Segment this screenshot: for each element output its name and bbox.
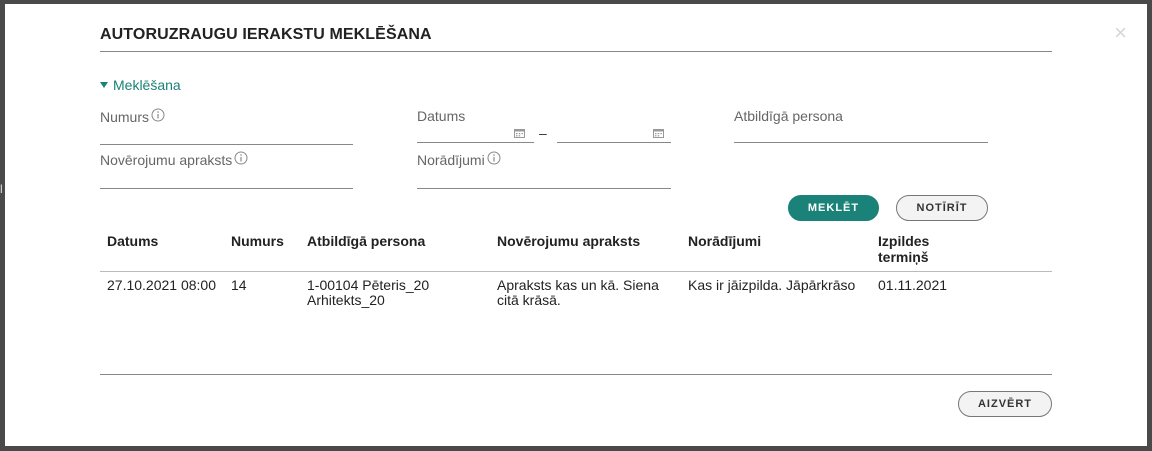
- noradijumi-input[interactable]: [417, 188, 671, 189]
- column-header-datums[interactable]: Datums: [107, 233, 158, 249]
- info-icon[interactable]: [151, 108, 165, 122]
- caret-down-icon: [100, 82, 108, 88]
- date-to-input[interactable]: [557, 142, 671, 143]
- datums-label: Datums: [417, 108, 465, 124]
- noradijumi-label: Norādījumi: [417, 151, 501, 168]
- cell-apraksts: Apraksts kas un kā. Siena citā krāsā.: [497, 278, 659, 308]
- cell-datums: 27.10.2021 08:00: [107, 277, 216, 293]
- close-button[interactable]: AIZVĒRT: [958, 391, 1052, 417]
- search-toggle[interactable]: Meklēšana: [100, 77, 181, 93]
- column-header-persona[interactable]: Atbildīgā persona: [307, 233, 425, 249]
- date-range-separator: –: [539, 125, 547, 141]
- column-header-apraksts[interactable]: Novērojumu apraksts: [497, 233, 640, 249]
- cell-persona-line1: 1-00104 Pēteris_20: [307, 277, 430, 293]
- cell-termins: 01.11.2021: [878, 277, 948, 293]
- column-header-noradijumi[interactable]: Norādījumi: [688, 233, 761, 249]
- clear-button[interactable]: NOTĪRĪT: [896, 195, 988, 221]
- numurs-input[interactable]: [100, 144, 353, 145]
- cell-apraksts-line2: citā krāsā.: [497, 292, 561, 308]
- cell-apraksts-line1: Apraksts kas un kā. Siena: [497, 277, 659, 293]
- noradijumi-label-text: Norādījumi: [417, 152, 485, 168]
- calendar-icon[interactable]: [514, 128, 525, 138]
- column-header-termins-line2: termiņš: [878, 249, 929, 265]
- noverojumu-apraksts-label: Novērojumu apraksts: [100, 151, 248, 168]
- info-icon[interactable]: [234, 151, 248, 165]
- atbildiga-persona-label-text: Atbildīgā persona: [734, 108, 843, 124]
- column-header-termins[interactable]: Izpildes termiņš: [878, 233, 929, 265]
- calendar-icon[interactable]: [653, 128, 664, 138]
- search-toggle-label: Meklēšana: [113, 77, 181, 93]
- column-header-numurs[interactable]: Numurs: [231, 233, 284, 249]
- noverojumu-apraksts-input[interactable]: [100, 188, 353, 189]
- cell-noradijumi: Kas ir jāizpilda. Jāpārkrāso: [688, 277, 856, 293]
- footer-divider: [100, 374, 1052, 375]
- noverojumu-apraksts-label-text: Novērojumu apraksts: [100, 152, 233, 168]
- date-from-input[interactable]: [417, 142, 534, 143]
- info-icon[interactable]: [487, 151, 501, 165]
- close-icon[interactable]: ×: [1114, 22, 1127, 44]
- column-header-termins-line1: Izpildes: [878, 233, 930, 249]
- search-button[interactable]: MEKLĒT: [788, 195, 879, 221]
- dialog-title: AUTORUZRAUGU IERAKSTU MEKLĒŠANA: [100, 26, 432, 43]
- datums-label-text: Datums: [417, 108, 466, 124]
- cell-persona-line2: Arhitekts_20: [307, 292, 385, 308]
- atbildiga-persona-input[interactable]: [734, 142, 988, 143]
- numurs-label-text: Numurs: [100, 109, 150, 125]
- cell-numurs: 14: [231, 277, 247, 293]
- numurs-label: Numurs: [100, 108, 165, 125]
- table-header-divider: [100, 271, 1052, 272]
- atbildiga-persona-label: Atbildīgā persona: [734, 108, 843, 124]
- backdrop-fragment: l: [0, 182, 3, 196]
- title-divider: [100, 51, 1052, 52]
- cell-persona: 1-00104 Pēteris_20 Arhitekts_20: [307, 278, 429, 308]
- search-dialog: × AUTORUZRAUGU IERAKSTU MEKLĒŠANA Meklēš…: [5, 4, 1147, 446]
